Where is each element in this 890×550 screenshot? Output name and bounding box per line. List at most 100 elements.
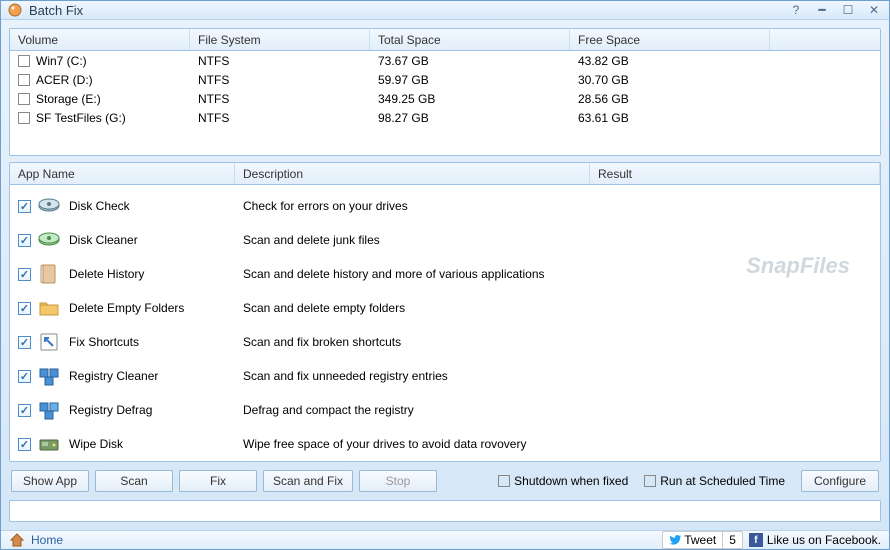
shutdown-option[interactable]: Shutdown when fixed	[498, 474, 628, 488]
app-checkbox[interactable]	[18, 234, 31, 247]
volume-free: 30.70 GB	[570, 73, 770, 87]
apps-panel: SnapFiles App Name Description Result Di…	[9, 162, 881, 462]
volumes-header-free[interactable]: Free Space	[570, 29, 770, 50]
content-area: Volume File System Total Space Free Spac…	[1, 20, 889, 530]
stop-button[interactable]: Stop	[359, 470, 437, 492]
app-name: Fix Shortcuts	[69, 335, 139, 349]
volume-fs: NTFS	[190, 54, 370, 68]
show-app-button[interactable]: Show App	[11, 470, 89, 492]
volumes-header-total[interactable]: Total Space	[370, 29, 570, 50]
volume-name: SF TestFiles (G:)	[36, 111, 126, 125]
fix-shortcuts-icon	[37, 330, 61, 354]
volume-name: Storage (E:)	[36, 92, 101, 106]
app-checkbox[interactable]	[18, 268, 31, 281]
volume-name: ACER (D:)	[36, 73, 93, 87]
help-button[interactable]: ?	[787, 2, 805, 18]
volume-row[interactable]: Storage (E:) NTFS 349.25 GB 28.56 GB	[10, 89, 880, 108]
disk-cleaner-icon	[37, 228, 61, 252]
apps-header-name[interactable]: App Name	[10, 163, 235, 184]
volume-fs: NTFS	[190, 111, 370, 125]
scheduled-option[interactable]: Run at Scheduled Time	[644, 474, 785, 488]
app-desc: Wipe free space of your drives to avoid …	[235, 437, 590, 451]
tweet-count: 5	[723, 533, 742, 547]
fix-button[interactable]: Fix	[179, 470, 257, 492]
progress-bar	[9, 500, 881, 522]
app-desc: Defrag and compact the registry	[235, 403, 590, 417]
apps-body: Disk Check Check for errors on your driv…	[10, 185, 880, 461]
scan-button[interactable]: Scan	[95, 470, 173, 492]
tweet-label: Tweet	[684, 533, 716, 547]
app-desc: Check for errors on your drives	[235, 199, 590, 213]
apps-header-result[interactable]: Result	[590, 163, 880, 184]
volume-fs: NTFS	[190, 92, 370, 106]
volume-checkbox[interactable]	[18, 74, 30, 86]
minimize-button[interactable]: ━	[813, 2, 831, 18]
app-checkbox[interactable]	[18, 438, 31, 451]
button-bar: Show App Scan Fix Scan and Fix Stop Shut…	[9, 468, 881, 494]
home-link[interactable]: Home	[31, 533, 63, 547]
twitter-icon	[669, 535, 681, 545]
volume-free: 63.61 GB	[570, 111, 770, 125]
tweet-button[interactable]: Tweet 5	[662, 531, 743, 549]
app-checkbox[interactable]	[18, 336, 31, 349]
facebook-link[interactable]: f Like us on Facebook.	[749, 533, 881, 547]
registry-cleaner-icon	[37, 364, 61, 388]
volume-free: 28.56 GB	[570, 92, 770, 106]
app-row[interactable]: Registry Cleaner Scan and fix unneeded r…	[10, 359, 880, 393]
volumes-panel: Volume File System Total Space Free Spac…	[9, 28, 881, 156]
app-desc: Scan and fix unneeded registry entries	[235, 369, 590, 383]
scan-and-fix-button[interactable]: Scan and Fix	[263, 470, 353, 492]
app-checkbox[interactable]	[18, 404, 31, 417]
apps-header: App Name Description Result	[10, 163, 880, 185]
app-name: Registry Cleaner	[69, 369, 158, 383]
window-title: Batch Fix	[29, 3, 787, 18]
app-desc: Scan and delete history and more of vari…	[235, 267, 590, 281]
volume-name: Win7 (C:)	[36, 54, 87, 68]
volume-total: 98.27 GB	[370, 111, 570, 125]
app-checkbox[interactable]	[18, 200, 31, 213]
volume-checkbox[interactable]	[18, 112, 30, 124]
volume-row[interactable]: ACER (D:) NTFS 59.97 GB 30.70 GB	[10, 70, 880, 89]
wipe-disk-icon	[37, 432, 61, 456]
configure-button[interactable]: Configure	[801, 470, 879, 492]
app-row[interactable]: Delete Empty Folders Scan and delete emp…	[10, 291, 880, 325]
window: Batch Fix ? ━ ☐ ✕ Volume File System Tot…	[0, 0, 890, 550]
volume-checkbox[interactable]	[18, 55, 30, 67]
app-row[interactable]: Fix Shortcuts Scan and fix broken shortc…	[10, 325, 880, 359]
shutdown-label: Shutdown when fixed	[514, 474, 628, 488]
app-row[interactable]: Delete History Scan and delete history a…	[10, 257, 880, 291]
scheduled-checkbox[interactable]	[644, 475, 656, 487]
app-desc: Scan and delete junk files	[235, 233, 590, 247]
app-checkbox[interactable]	[18, 370, 31, 383]
titlebar[interactable]: Batch Fix ? ━ ☐ ✕	[1, 1, 889, 20]
titlebar-controls: ? ━ ☐ ✕	[787, 2, 883, 18]
app-checkbox[interactable]	[18, 302, 31, 315]
close-button[interactable]: ✕	[865, 2, 883, 18]
shutdown-checkbox[interactable]	[498, 475, 510, 487]
apps-header-desc[interactable]: Description	[235, 163, 590, 184]
statusbar: Home Tweet 5 f Like us on Facebook.	[1, 530, 889, 549]
registry-defrag-icon	[37, 398, 61, 422]
volume-row[interactable]: SF TestFiles (G:) NTFS 98.27 GB 63.61 GB	[10, 108, 880, 127]
delete-history-icon	[37, 262, 61, 286]
volumes-header-volume[interactable]: Volume	[10, 29, 190, 50]
app-row[interactable]: Disk Check Check for errors on your driv…	[10, 189, 880, 223]
maximize-button[interactable]: ☐	[839, 2, 857, 18]
app-name: Disk Cleaner	[69, 233, 138, 247]
volume-checkbox[interactable]	[18, 93, 30, 105]
volume-total: 349.25 GB	[370, 92, 570, 106]
volume-row[interactable]: Win7 (C:) NTFS 73.67 GB 43.82 GB	[10, 51, 880, 70]
volume-total: 73.67 GB	[370, 54, 570, 68]
app-desc: Scan and delete empty folders	[235, 301, 590, 315]
app-row[interactable]: Disk Cleaner Scan and delete junk files	[10, 223, 880, 257]
facebook-icon: f	[749, 533, 763, 547]
volume-free: 43.82 GB	[570, 54, 770, 68]
app-name: Disk Check	[69, 199, 130, 213]
app-name: Delete History	[69, 267, 144, 281]
home-icon[interactable]	[9, 532, 25, 548]
app-row[interactable]: Wipe Disk Wipe free space of your drives…	[10, 427, 880, 461]
volumes-header-filesystem[interactable]: File System	[190, 29, 370, 50]
app-name: Delete Empty Folders	[69, 301, 184, 315]
app-row[interactable]: Registry Defrag Defrag and compact the r…	[10, 393, 880, 427]
app-icon	[7, 2, 23, 18]
